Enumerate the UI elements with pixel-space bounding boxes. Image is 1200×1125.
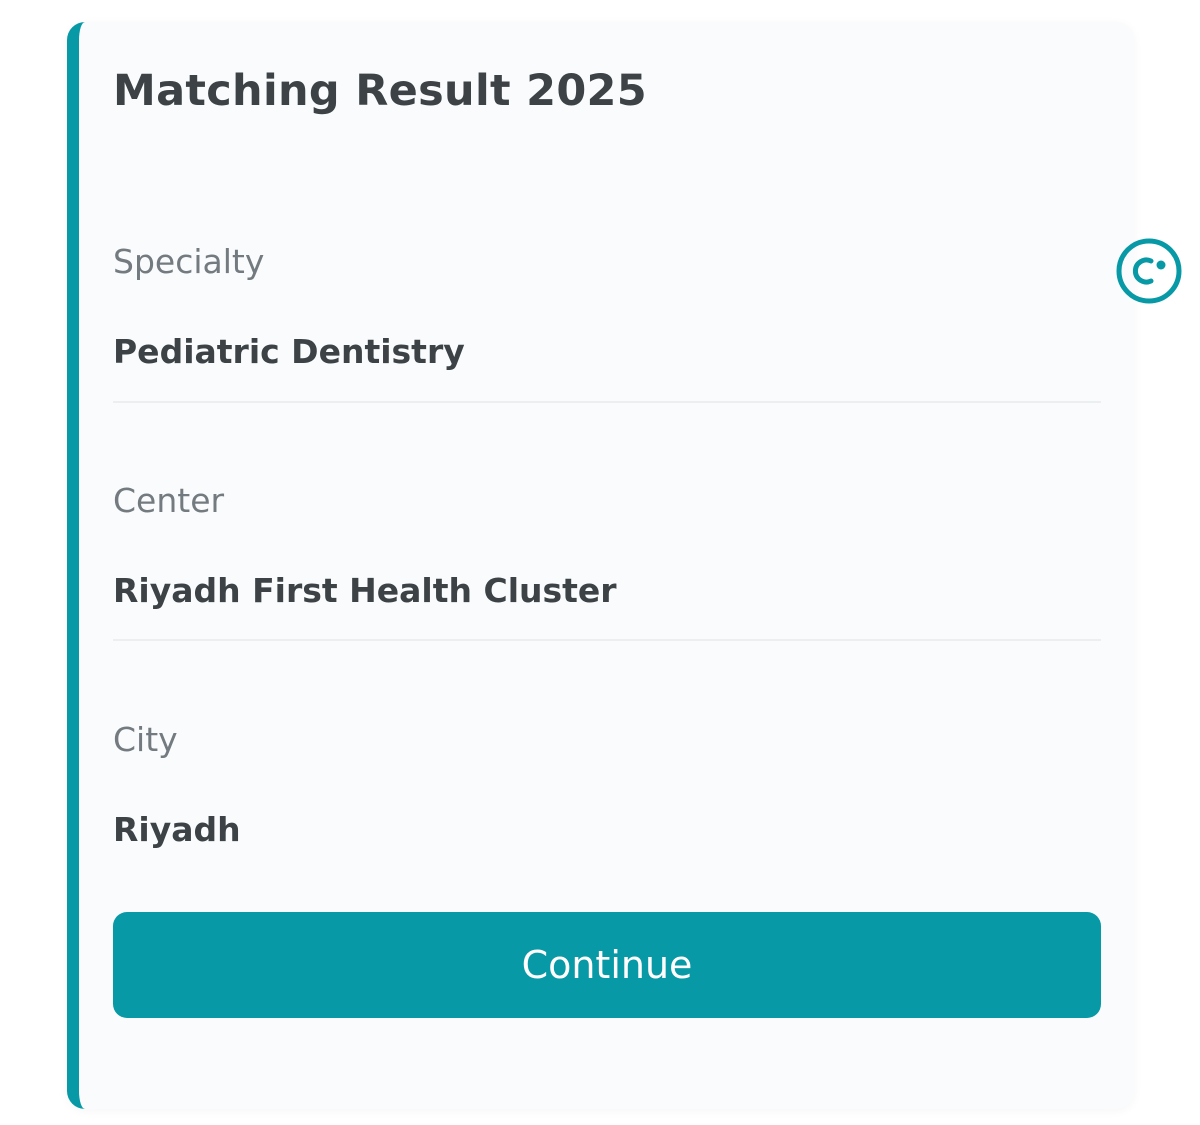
center-value: Riyadh First Health Cluster bbox=[113, 571, 617, 610]
center-label: Center bbox=[113, 481, 225, 520]
chat-assistant-icon[interactable] bbox=[1115, 237, 1183, 305]
matching-result-card: Matching Result 2025 Specialty Pediatric… bbox=[67, 22, 1134, 1109]
card-title: Matching Result 2025 bbox=[113, 66, 647, 116]
specialty-label: Specialty bbox=[113, 242, 265, 281]
page: Matching Result 2025 Specialty Pediatric… bbox=[0, 0, 1200, 1125]
city-value: Riyadh bbox=[113, 810, 241, 849]
continue-button[interactable]: Continue bbox=[113, 912, 1101, 1018]
specialty-value: Pediatric Dentistry bbox=[113, 332, 465, 371]
city-label: City bbox=[113, 720, 178, 759]
divider bbox=[113, 401, 1101, 403]
divider bbox=[113, 639, 1101, 641]
